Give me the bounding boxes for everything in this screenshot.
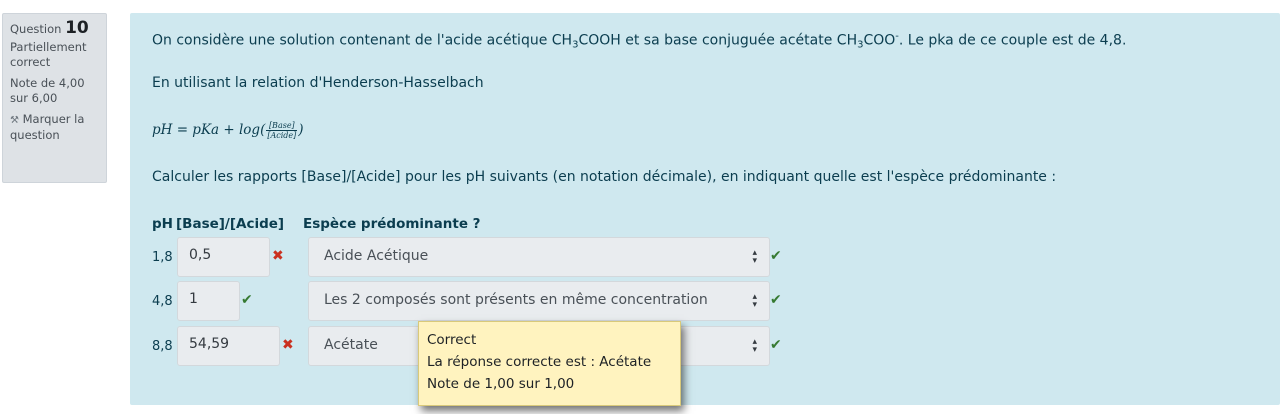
incorrect-icon: ✖ bbox=[272, 248, 284, 264]
question-state: Partiellement correct bbox=[10, 40, 87, 69]
fraction-denominator: [Acide] bbox=[267, 131, 297, 140]
intro-text: On considère une solution contenant de l… bbox=[152, 32, 573, 49]
select-arrows-icon: ▴ ▾ bbox=[752, 292, 757, 310]
species-select[interactable]: Acide Acétique ▴ ▾ bbox=[308, 237, 770, 277]
question-grade: Note de 4,00 sur 6,00 bbox=[10, 76, 85, 105]
species-select-value: Acétate bbox=[324, 337, 378, 353]
formula: pH = pKa + log([Base] [Acide]) bbox=[152, 121, 304, 140]
row-ph-value: 4,8 bbox=[152, 294, 173, 309]
species-select[interactable]: Les 2 composés sont présents en même con… bbox=[308, 281, 770, 321]
question-info: Question 10 Partiellement correct Note d… bbox=[2, 13, 107, 183]
flag-question-link[interactable]: ⚒ Marquer la question bbox=[10, 112, 99, 143]
flag-icon: ⚒ bbox=[10, 115, 19, 126]
intro-text: COOH et sa base conjuguée acétate CH bbox=[578, 32, 858, 49]
question-content: On considère une solution contenant de l… bbox=[130, 13, 1280, 405]
question-number: Question 10 bbox=[10, 18, 99, 38]
intro-text: COO bbox=[863, 32, 896, 49]
correct-icon: ✔ bbox=[241, 292, 253, 308]
tooltip-grade: Note de 1,00 sur 1,00 bbox=[427, 376, 575, 392]
tooltip-status: Correct bbox=[427, 332, 477, 348]
row-ph-value: 8,8 bbox=[152, 339, 173, 354]
select-arrows-icon: ▴ ▾ bbox=[752, 248, 757, 266]
formula-fraction: [Base] [Acide] bbox=[266, 121, 298, 140]
question-intro: On considère une solution contenant de l… bbox=[152, 31, 1126, 51]
intro-text: . Le pka de ce couple est de 4,8. bbox=[898, 32, 1127, 49]
row-ph-value: 1,8 bbox=[152, 250, 173, 265]
question-number-value: 10 bbox=[65, 18, 89, 38]
tooltip-correct-answer: La réponse correcte est : Acétate bbox=[427, 354, 652, 370]
select-arrows-icon: ▴ ▾ bbox=[752, 337, 757, 355]
correct-icon: ✔ bbox=[770, 337, 782, 353]
question-label: Question bbox=[10, 22, 62, 36]
ratio-input[interactable]: 54,59 bbox=[177, 326, 280, 366]
correct-icon: ✔ bbox=[770, 248, 782, 264]
ratio-input[interactable]: 1 bbox=[177, 281, 240, 321]
species-select-value: Acide Acétique bbox=[324, 248, 429, 264]
formula-left: pH = pKa + log( bbox=[152, 122, 266, 138]
header-species: Espèce prédominante ? bbox=[303, 216, 481, 232]
relation-text: En utilisant la relation d'Henderson-Has… bbox=[152, 75, 484, 91]
header-ratio: [Base]/[Acide] bbox=[176, 216, 285, 232]
header-ph: pH bbox=[152, 216, 173, 232]
formula-right: ) bbox=[298, 122, 304, 138]
incorrect-icon: ✖ bbox=[282, 337, 294, 353]
ratio-input[interactable]: 0,5 bbox=[177, 237, 270, 277]
flag-label: Marquer la question bbox=[10, 112, 85, 142]
feedback-tooltip: Correct La réponse correcte est : Acétat… bbox=[418, 321, 681, 406]
fraction-numerator: [Base] bbox=[266, 121, 298, 131]
species-select-value: Les 2 composés sont présents en même con… bbox=[324, 292, 708, 308]
correct-icon: ✔ bbox=[770, 292, 782, 308]
instruction-text: Calculer les rapports [Base]/[Acide] pou… bbox=[152, 169, 1057, 185]
